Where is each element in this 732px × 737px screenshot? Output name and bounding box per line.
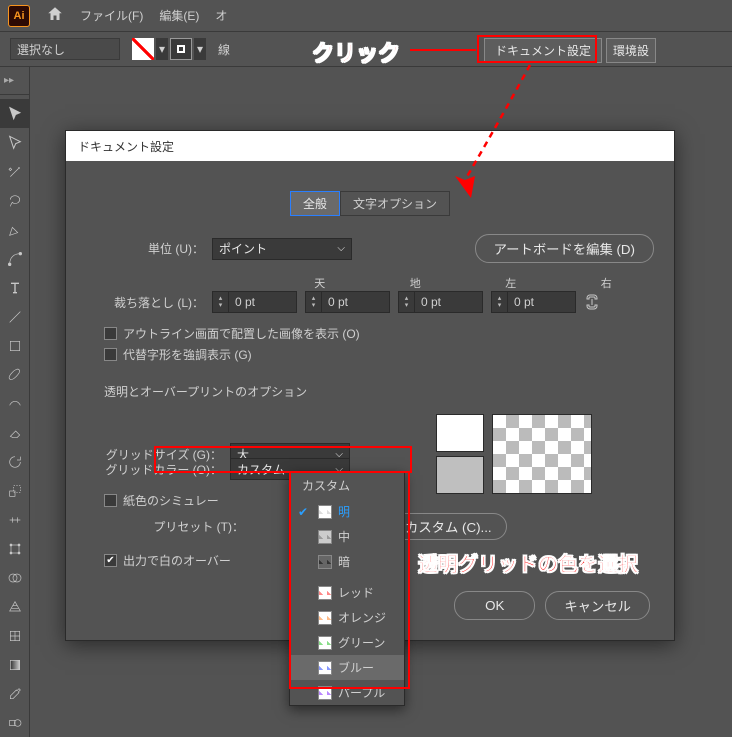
swatch-icon <box>318 586 332 600</box>
popup-option-medium[interactable]: 中 <box>290 524 404 549</box>
lasso-tool-icon[interactable] <box>0 186 30 215</box>
swatch-icon <box>318 505 332 519</box>
transparency-color-1[interactable] <box>436 414 484 452</box>
shaper-tool-icon[interactable] <box>0 389 30 418</box>
bleed-headers: 天 地 左 右 <box>272 275 654 291</box>
bleed-right-label: 右 <box>559 275 655 291</box>
grid-color-label: グリッドカラー (O)： <box>86 461 222 478</box>
annotation-arrow-icon <box>430 60 560 200</box>
stroke-swatch[interactable] <box>170 38 192 60</box>
annotation-click-label: クリック <box>312 36 400 68</box>
dialog-tabs: 全般 文字オプション <box>86 191 654 216</box>
show-outline-images-checkbox-row[interactable]: アウトライン画面で配置した画像を表示 (O) <box>104 325 654 342</box>
fill-swatch[interactable] <box>132 38 154 60</box>
selection-display[interactable]: 選択なし <box>10 38 120 60</box>
highlight-alt-glyphs-label: 代替字形を強調表示 (G) <box>123 346 252 363</box>
simulate-paper-label: 紙色のシミュレー <box>123 492 219 509</box>
rectangle-tool-icon[interactable] <box>0 331 30 360</box>
scale-tool-icon[interactable] <box>0 476 30 505</box>
checkbox-icon <box>104 327 117 340</box>
swatch-icon <box>318 611 332 625</box>
grid-color-popup: カスタム ✔明 中 暗 レッド オレンジ グリーン ブルー パープル <box>289 471 405 706</box>
menu-file[interactable]: ファイル(F) <box>80 7 143 24</box>
popup-option-orange[interactable]: オレンジ <box>290 605 404 630</box>
bleed-bottom-input[interactable]: ▴▾0 pt <box>305 291 390 313</box>
cancel-button[interactable]: キャンセル <box>545 591 650 620</box>
stroke-label-partial: 線 <box>218 41 230 58</box>
unit-label: 単位 (U)： <box>86 240 204 257</box>
stroke-dropdown-icon[interactable]: ▾ <box>194 38 206 60</box>
bleed-top-input[interactable]: ▴▾0 pt <box>212 291 297 313</box>
perspective-grid-tool-icon[interactable] <box>0 592 30 621</box>
checkbox-icon <box>104 494 117 507</box>
preset-label: プリセット (T)： <box>86 518 244 535</box>
dialog-title: ドキュメント設定 <box>66 131 674 161</box>
transparency-color-2[interactable] <box>436 456 484 494</box>
popup-option-dark[interactable]: 暗 <box>290 549 404 574</box>
rotate-tool-icon[interactable] <box>0 447 30 476</box>
preferences-button-partial[interactable]: 環境設 <box>606 38 656 63</box>
unit-dropdown[interactable]: ポイント⌵ <box>212 238 352 260</box>
menu-edit[interactable]: 編集(E) <box>159 7 199 24</box>
free-transform-tool-icon[interactable] <box>0 534 30 563</box>
eyedropper-tool-icon[interactable] <box>0 679 30 708</box>
swatch-icon <box>318 661 332 675</box>
width-tool-icon[interactable] <box>0 505 30 534</box>
tab-general[interactable]: 全般 <box>290 191 340 216</box>
type-tool-icon[interactable] <box>0 273 30 302</box>
shape-builder-tool-icon[interactable] <box>0 563 30 592</box>
popup-option-light[interactable]: ✔明 <box>290 499 404 524</box>
show-outline-images-label: アウトライン画面で配置した画像を表示 (O) <box>123 325 360 342</box>
line-tool-icon[interactable] <box>0 302 30 331</box>
popup-option-blue[interactable]: ブルー <box>290 655 404 680</box>
bleed-label: 裁ち落とし (L)： <box>86 294 204 311</box>
eraser-tool-icon[interactable] <box>0 418 30 447</box>
bleed-left-input[interactable]: ▴▾0 pt <box>398 291 483 313</box>
bleed-top-label: 天 <box>272 275 368 291</box>
ok-button[interactable]: OK <box>454 591 535 620</box>
edit-artboards-button[interactable]: アートボードを編集 (D) <box>475 234 654 263</box>
curvature-tool-icon[interactable] <box>0 244 30 273</box>
popup-header: カスタム <box>290 472 404 499</box>
popup-option-green[interactable]: グリーン <box>290 630 404 655</box>
transparency-preview <box>492 414 592 494</box>
popup-option-purple[interactable]: パープル <box>290 680 404 705</box>
link-icon[interactable] <box>584 291 600 313</box>
pen-tool-icon[interactable] <box>0 215 30 244</box>
transparency-section-label: 透明とオーバープリントのオプション <box>104 383 654 400</box>
direct-selection-tool-icon[interactable] <box>0 128 30 157</box>
bleed-left-label: 左 <box>463 275 559 291</box>
chevron-down-icon: ⌵ <box>337 243 345 254</box>
selection-tool-icon[interactable] <box>0 99 30 128</box>
home-icon[interactable] <box>46 5 64 26</box>
tool-panel <box>0 95 30 737</box>
output-white-overprint-label: 出力で白のオーバー <box>123 552 231 569</box>
magic-wand-tool-icon[interactable] <box>0 157 30 186</box>
gradient-tool-icon[interactable] <box>0 650 30 679</box>
custom-preset-button[interactable]: カスタム (C)... <box>390 513 507 540</box>
bleed-bottom-label: 地 <box>368 275 464 291</box>
blend-tool-icon[interactable] <box>0 708 30 737</box>
menubar: Ai ファイル(F) 編集(E) オ <box>0 0 732 32</box>
fill-dropdown-icon[interactable]: ▾ <box>156 38 168 60</box>
menu-object-partial[interactable]: オ <box>215 7 227 24</box>
checkbox-icon <box>104 348 117 361</box>
mesh-tool-icon[interactable] <box>0 621 30 650</box>
paintbrush-tool-icon[interactable] <box>0 360 30 389</box>
swatch-icon <box>318 555 332 569</box>
swatch-icon <box>318 636 332 650</box>
swatch-icon <box>318 686 332 700</box>
annotation-arrow-line <box>410 49 476 51</box>
tool-panel-grip[interactable]: ▸▸ <box>0 67 30 95</box>
popup-option-red[interactable]: レッド <box>290 580 404 605</box>
bleed-right-input[interactable]: ▴▾0 pt <box>491 291 576 313</box>
checkbox-checked-icon: ✔ <box>104 554 117 567</box>
app-logo-icon: Ai <box>8 5 30 27</box>
swatch-icon <box>318 530 332 544</box>
annotation-select-grid-color: 透明グリッドの色を選択 <box>418 548 638 577</box>
highlight-alt-glyphs-checkbox-row[interactable]: 代替字形を強調表示 (G) <box>104 346 654 363</box>
